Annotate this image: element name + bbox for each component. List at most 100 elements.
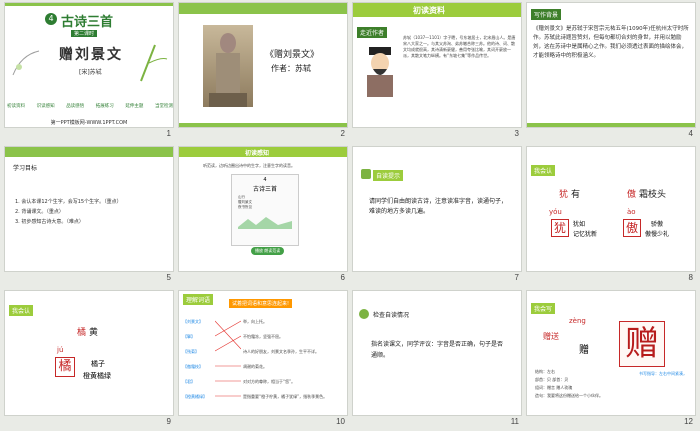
example-word: 骄傲 (651, 221, 664, 228)
section-tag: 我会认 (9, 305, 34, 316)
menu-item: 拓展练习 (95, 104, 114, 109)
slide-number: 4 (688, 129, 693, 138)
poem-author: [宋]苏轼 (79, 69, 102, 76)
section-tag: 理解词语 (183, 294, 214, 305)
meaning: 举，向上托。 (243, 319, 267, 324)
slide-thumb-1[interactable]: 4 古诗三首 第二课时 赠刘景文 [宋]苏轼 初读资料 识读感知 品读感悟 拓展… (4, 2, 174, 141)
goal-item: 2. 背诵课文。（重点） (15, 209, 64, 215)
char-box: 赠 (619, 321, 665, 367)
slide-number: 6 (340, 273, 345, 282)
slide-1-footer: 第一PPT模板网-WWW.1PPT.COM (50, 120, 128, 126)
slide-thumb-12[interactable]: 我会写 zèng 赠送 赠 赠 结构：左右 部首：贝 部首：贝 组词：赠言 赠人… (526, 290, 696, 429)
slide-11-header: 检查自读情况 (373, 312, 410, 319)
example-word: 橙黄橘绿 (83, 372, 111, 380)
term: 【君】 (183, 379, 195, 384)
char-word: 有 (571, 190, 581, 200)
meaning: 对对方的尊称，相当于“您”。 (243, 379, 296, 384)
slide-5-header: 学习目标 (13, 165, 38, 172)
slide-thumb-5[interactable]: 学习目标 1. 会认本课12个生字，会写15个生字。（重点） 2. 背诵课文。（… (4, 146, 174, 285)
slide-thumb-8[interactable]: 我会认 犹 有 yóu 犹 犹如 记忆犹新 傲 霜枝头 ào 傲 骄傲 傲慢少礼… (526, 146, 696, 285)
char-note: 部首：贝 部首：贝 (535, 377, 569, 382)
slide-sorter: 4 古诗三首 第二课时 赠刘景文 [宋]苏轼 初读资料 识读感知 品读感悟 拓展… (4, 2, 698, 429)
book-lesson-num: 4 (263, 177, 267, 183)
menu-item: 当堂检测 (154, 104, 173, 109)
landscape-illustration (238, 217, 292, 229)
goal-item: 1. 会认本课12个生字，会写15个生字。（重点） (15, 199, 122, 205)
example-word: 记忆犹新 (573, 231, 598, 238)
char-red: 傲 (627, 190, 637, 200)
menu-item: 初读资料 (7, 104, 25, 109)
bottom-green-bar (527, 123, 695, 127)
term: 【刘景文】 (183, 319, 203, 324)
reading-prompt: 请同学们自由朗读古诗，注意读准字音，读通句子，难读的地方多读几遍。 (369, 198, 508, 215)
writing-tip: 书写指导：左右中间紧凑， (639, 371, 687, 376)
instruction-banner: 试着把词语和意思连起来! (229, 299, 293, 308)
pinyin: zèng (569, 317, 586, 325)
textbook-page: 4 古诗三首 山行 赠刘景文 夜书所见 (231, 174, 299, 246)
slide-thumb-9[interactable]: 我会认 橘 黄 jú 橘 橘子 橙黄橘绿 9 (4, 290, 174, 429)
slide-7-canvas: 自读提示 请同学们自由朗读古诗，注意读准字音，读通句子，难读的地方多读几遍。 (352, 146, 522, 272)
bamboo-decoration-icon (135, 43, 169, 83)
slide-number: 8 (688, 273, 693, 282)
slide-1-title: 古诗三首 (61, 15, 114, 30)
goal-item: 3. 初步感知古诗大意。（难点） (15, 219, 84, 225)
term: 【橙黄橘绿】 (183, 394, 207, 399)
slide-thumb-7[interactable]: 自读提示 请同学们自由朗读古诗，注意读准字音，读通句子，难读的地方多读几遍。 7 (352, 146, 522, 285)
menu-item: 品读感悟 (66, 104, 85, 109)
slide-6-canvas: 初读感知 听范读，边听边圈出诗中的生字，注意生字的读音。 4 古诗三首 山行 赠… (178, 146, 348, 272)
section-tag: 我会认 (531, 165, 556, 176)
play-reading-button[interactable]: 播放 朗读范读 (251, 247, 285, 255)
slide-1-canvas: 4 古诗三首 第二课时 赠刘景文 [宋]苏轼 初读资料 识读感知 品读感悟 拓展… (4, 2, 174, 128)
slide-thumb-2[interactable]: 《赠刘景文》 作者：苏轼 2 (178, 2, 348, 141)
ink-decoration-icon (11, 45, 41, 81)
char-red: 橘 (77, 328, 87, 338)
slide-number: 5 (166, 273, 171, 282)
slide-8-canvas: 我会认 犹 有 yóu 犹 犹如 记忆犹新 傲 霜枝头 ào 傲 骄傲 傲慢少礼 (526, 146, 696, 272)
slide-10-canvas: 理解词语 试着把词语和意思连起来! 【刘景文】 【擎】 【残菊】 【傲霜枝】 【… (178, 290, 348, 416)
slide-number: 3 (514, 129, 519, 138)
author-bio: 苏轼（1037—1101）字子瞻，号东坡居士，北宋眉山人。是唐宋八大家之一。与其… (403, 35, 516, 58)
slide-2-canvas: 《赠刘景文》 作者：苏轼 (178, 2, 348, 128)
matching-lines (215, 320, 241, 397)
slide-number: 2 (340, 129, 345, 138)
example-word: 赠送 (543, 332, 559, 341)
pinyin: jú (57, 346, 64, 354)
slide-thumb-3[interactable]: 走近作者 初读资料 苏轼（1037—1101）字子瞻，号东坡居士，北宋眉山人。是… (352, 2, 522, 141)
section-tag: 自读提示 (373, 170, 404, 181)
checklist-icon (359, 309, 369, 319)
slide-5-canvas: 学习目标 1. 会认本课12个生字，会写15个生字。（重点） 2. 背诵课文。（… (4, 146, 174, 272)
slide-thumb-10[interactable]: 理解词语 试着把词语和意思连起来! 【刘景文】 【擎】 【残菊】 【傲霜枝】 【… (178, 290, 348, 429)
section-tag: 走近作者 (357, 27, 388, 38)
char-note: 组词：赠言 赠人玫瑰 (535, 385, 573, 390)
char-box: 傲 (623, 219, 641, 237)
book-title: 古诗三首 (252, 186, 277, 193)
char-note: 结构：左右 (535, 369, 555, 374)
slide-number: 9 (166, 417, 171, 426)
instruction-text: 听范读，边听边圈出诗中的生字，注意生字的读音。 (203, 163, 295, 168)
slide-thumb-11[interactable]: 检查自读情况 指名读课文，同学评议：字音是否正确，句子是否通顺。 11 (352, 290, 522, 429)
bottom-green-bar (179, 123, 347, 127)
slide-1-subtitle: 第二课时 (71, 30, 98, 37)
meaning: 凋谢的菊花。 (243, 364, 267, 369)
slide-3-header: 初读资料 (413, 6, 445, 15)
slide-thumb-6[interactable]: 初读感知 听范读，边听边圈出诗中的生字，注意生字的读音。 4 古诗三首 山行 赠… (178, 146, 348, 285)
term: 【擎】 (183, 334, 195, 339)
lesson-badge: 4 (45, 13, 57, 25)
example-word: 傲慢少礼 (645, 231, 670, 238)
slide-number: 7 (514, 273, 519, 282)
slide-number: 10 (336, 417, 345, 426)
menu-item: 延伸主题 (125, 104, 144, 109)
meaning: 是指重要“橙子柠黄，橘子犹绿”，指秋季景色。 (243, 394, 328, 399)
book-line: 夜书所见 (238, 205, 252, 209)
term: 【傲霜枝】 (183, 364, 203, 369)
menu-item: 识读感知 (36, 104, 55, 109)
slide-number: 11 (510, 417, 519, 426)
slide-4-canvas: 写作背景 《赠刘景文》是苏轼于宋哲宗元祐五年(1090年)任杭州太守时所作。苏轼… (526, 2, 696, 128)
pinyin: ào (627, 208, 636, 216)
section-tag: 写作背景 (531, 9, 562, 20)
portrait-image (363, 47, 397, 97)
slide-thumb-4[interactable]: 写作背景 《赠刘景文》是苏轼于宋哲宗元祐五年(1090年)任杭州太守时所作。苏轼… (526, 2, 696, 141)
slide-6-header: 初读感知 (245, 150, 270, 157)
example-word: 赠 (579, 345, 589, 356)
term: 【残菊】 (183, 349, 199, 354)
